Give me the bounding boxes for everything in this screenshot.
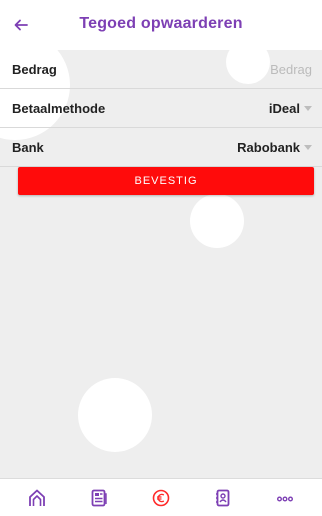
amount-row: Bedrag <box>0 50 322 89</box>
decor-bubble <box>190 194 244 248</box>
nav-credit[interactable] <box>141 483 181 513</box>
payment-method-row[interactable]: Betaalmethode iDeal <box>0 89 322 128</box>
caret-down-icon <box>304 105 312 111</box>
bank-label: Bank <box>12 139 44 155</box>
euro-icon <box>152 489 170 506</box>
bank-row[interactable]: Bank Rabobank <box>0 128 322 167</box>
bank-select[interactable]: Rabobank <box>237 140 312 155</box>
payment-method-label: Betaalmethode <box>12 100 106 116</box>
confirm-button[interactable]: BEVESTIG <box>18 167 314 195</box>
decor-bubble <box>78 378 152 452</box>
caret-down-icon <box>304 144 312 150</box>
payment-method-value: iDeal <box>268 100 300 116</box>
bottom-navigation <box>0 478 322 516</box>
contacts-icon <box>216 489 230 506</box>
app-screen: Tegoed opwaarderen Bedrag Betaalmethode … <box>0 0 322 516</box>
more-icon <box>277 495 293 501</box>
nav-contacts[interactable] <box>203 483 243 513</box>
app-bar: Tegoed opwaarderen <box>0 0 322 50</box>
bank-value: Rabobank <box>237 139 300 155</box>
page-title: Tegoed opwaarderen <box>79 15 243 32</box>
nav-news[interactable] <box>79 483 119 513</box>
amount-label: Bedrag <box>12 61 57 77</box>
home-icon <box>29 489 45 506</box>
nav-home[interactable] <box>17 483 57 513</box>
payment-method-select[interactable]: iDeal <box>269 101 312 116</box>
news-icon <box>91 489 107 506</box>
amount-input[interactable] <box>162 61 312 77</box>
nav-more[interactable] <box>265 483 305 513</box>
